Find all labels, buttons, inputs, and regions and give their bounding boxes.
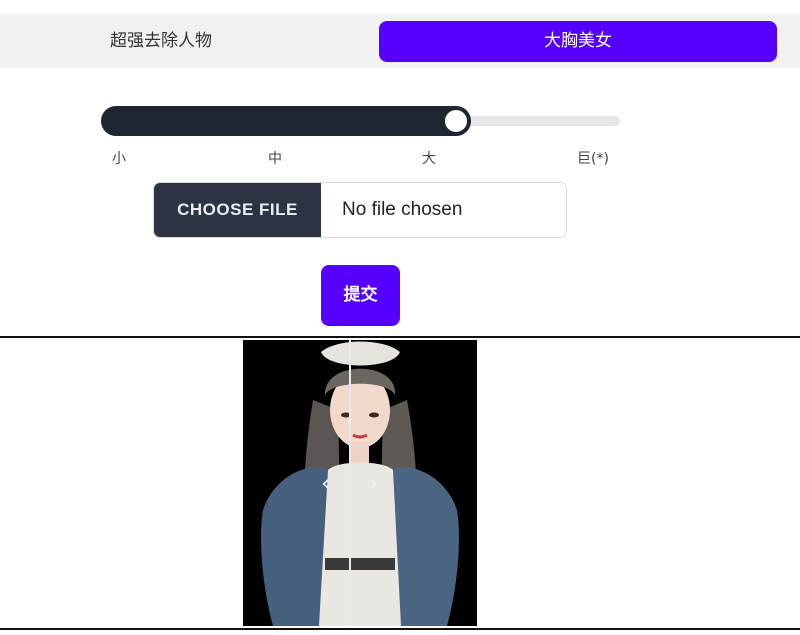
slider-ticks: 小 中 大 巨(*) [101, 148, 620, 168]
portrait-image [243, 340, 477, 626]
before-after-compare[interactable]: ‹ › [243, 340, 477, 626]
chevron-left-icon[interactable]: ‹ [321, 468, 331, 498]
chevron-right-icon[interactable]: › [369, 468, 379, 498]
tab-bar: 超强去除人物 大胸美女 [0, 14, 800, 68]
compare-handle-line[interactable] [349, 340, 351, 626]
divider-bottom [0, 628, 800, 630]
tick-huge: 巨(*) [577, 151, 609, 167]
slider-thumb[interactable] [440, 106, 471, 136]
tab-big-chest[interactable]: 大胸美女 [379, 21, 777, 62]
tick-small: 小 [112, 151, 126, 167]
divider-top [0, 336, 800, 338]
choose-file-button[interactable]: CHOOSE FILE [154, 183, 321, 237]
file-input[interactable]: CHOOSE FILE No file chosen [153, 182, 567, 238]
submit-button[interactable]: 提交 [321, 265, 400, 326]
tab-remove-person[interactable]: 超强去除人物 [0, 21, 322, 62]
file-status: No file chosen [342, 199, 463, 220]
slider-fill [101, 106, 469, 136]
size-slider[interactable] [101, 106, 620, 136]
tick-medium: 中 [268, 151, 282, 167]
tick-large: 大 [422, 151, 436, 167]
